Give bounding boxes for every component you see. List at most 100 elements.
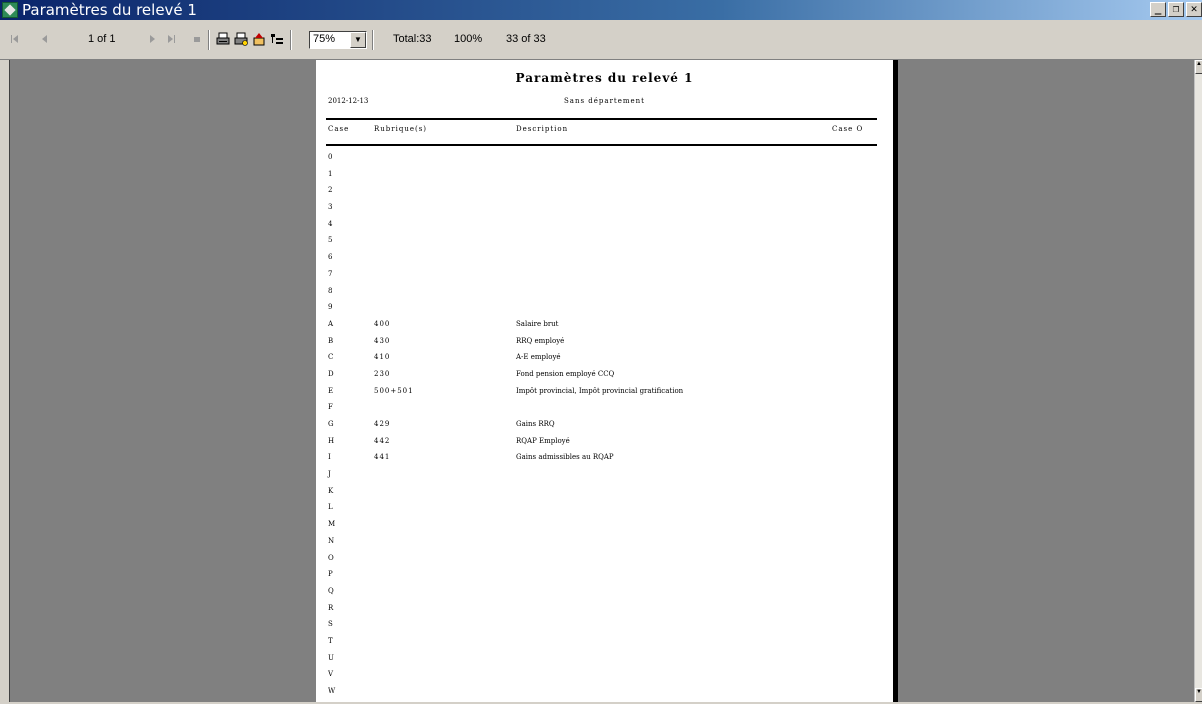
table-row: N xyxy=(316,537,893,554)
row-rubrique: 500+501 xyxy=(374,386,414,395)
row-description: RQAP Employé xyxy=(516,436,570,445)
row-description: Impôt provincial, Impôt provincial grati… xyxy=(516,386,684,395)
print-icon[interactable] xyxy=(216,32,230,46)
row-case: D xyxy=(328,369,334,378)
report-toolbar: 1 of 1 75% ▼ Total:33 100% 33 of 33 xyxy=(0,20,1202,60)
row-case: T xyxy=(328,636,333,645)
row-rubrique: 442 xyxy=(374,436,391,445)
row-case: Q xyxy=(328,586,334,595)
chevron-down-icon[interactable]: ▼ xyxy=(350,32,366,48)
row-case: N xyxy=(328,536,335,545)
table-row: V xyxy=(316,670,893,687)
print-setup-icon[interactable] xyxy=(234,32,248,46)
report-page: Paramètres du relevé 1 2012-12-13 Sans d… xyxy=(316,60,898,702)
table-row: 6 xyxy=(316,253,893,270)
group-tree-icon[interactable] xyxy=(270,32,284,46)
table-row: 8 xyxy=(316,287,893,304)
row-rubrique: 429 xyxy=(374,420,391,428)
row-description: Fond pension employé CCQ xyxy=(516,369,615,378)
row-description: Gains RRQ xyxy=(516,420,555,428)
previous-page-icon[interactable] xyxy=(38,32,52,46)
row-case: C xyxy=(328,353,334,362)
table-row: 7 xyxy=(316,270,893,287)
table-row: K xyxy=(316,487,893,504)
report-title: Paramètres du relevé 1 xyxy=(515,71,694,85)
report-rows: 0 1 2 3 4 5 6 7 8 9 A 400 Salaire brut B 430 RRQ employ… xyxy=(316,153,893,704)
table-row: J xyxy=(316,470,893,487)
table-row: 2 xyxy=(316,186,893,203)
table-row: G 429 Gains RRQ xyxy=(316,420,893,437)
report-department: Sans département xyxy=(564,97,645,105)
last-page-icon[interactable] xyxy=(164,32,178,46)
maximize-button[interactable]: ❐ xyxy=(1168,2,1184,17)
zoom-value: 75% xyxy=(313,33,336,45)
row-case: 8 xyxy=(328,286,333,295)
table-row: A 400 Salaire brut xyxy=(316,320,893,337)
row-case: 7 xyxy=(328,269,333,278)
table-row: 4 xyxy=(316,220,893,237)
row-case: B xyxy=(328,336,334,345)
scroll-down-button[interactable]: ▼ xyxy=(1195,688,1202,702)
total-records: Total:33 xyxy=(393,33,432,45)
window-controls: _ ❐ ✕ xyxy=(1148,2,1202,17)
row-case: 1 xyxy=(328,169,333,178)
next-page-icon[interactable] xyxy=(145,32,159,46)
row-case: 6 xyxy=(328,253,333,262)
minimize-button[interactable]: _ xyxy=(1150,2,1166,17)
row-description: RRQ employé xyxy=(516,336,565,345)
table-row: H 442 RQAP Employé xyxy=(316,437,893,454)
row-rubrique: 410 xyxy=(374,353,391,362)
table-row: B 430 RRQ employé xyxy=(316,337,893,354)
row-case: I xyxy=(328,453,331,462)
zoom-select[interactable]: 75% ▼ xyxy=(309,31,367,49)
table-row: 5 xyxy=(316,236,893,253)
progress-percent: 100% xyxy=(454,33,483,45)
column-header-rubrique: Rubrique(s) xyxy=(374,125,428,133)
table-row: T xyxy=(316,637,893,654)
table-row: C 410 A-E employé xyxy=(316,353,893,370)
column-header-case0: Case O xyxy=(832,125,864,133)
row-case: 5 xyxy=(328,236,333,245)
row-case: S xyxy=(328,620,333,629)
row-case: F xyxy=(328,403,333,412)
row-rubrique: 441 xyxy=(374,453,391,462)
header-top-rule xyxy=(326,118,877,120)
row-case: 0 xyxy=(328,153,333,161)
row-case: R xyxy=(328,603,334,612)
row-case: P xyxy=(328,570,333,579)
row-rubrique: 230 xyxy=(374,369,391,378)
table-row: E 500+501 Impôt provincial, Impôt provinci… xyxy=(316,387,893,404)
table-row: F xyxy=(316,403,893,420)
stop-icon[interactable] xyxy=(190,32,204,46)
row-case: E xyxy=(328,386,334,395)
title-bar: Paramètres du relevé 1 _ ❐ ✕ xyxy=(0,0,1202,20)
table-row: P xyxy=(316,570,893,587)
row-case: 3 xyxy=(328,203,333,212)
row-rubrique: 400 xyxy=(374,319,391,328)
table-row: U xyxy=(316,654,893,671)
first-page-icon[interactable] xyxy=(8,32,22,46)
row-case: H xyxy=(328,436,335,445)
row-case: V xyxy=(328,670,334,679)
table-row: O xyxy=(316,554,893,571)
row-case: 2 xyxy=(328,186,333,195)
row-description: Salaire brut xyxy=(516,319,559,328)
row-case: O xyxy=(328,553,334,562)
table-row: L xyxy=(316,503,893,520)
close-button[interactable]: ✕ xyxy=(1186,2,1202,17)
row-case: A xyxy=(328,319,334,328)
table-row: S xyxy=(316,620,893,637)
page-indicator: 1 of 1 xyxy=(88,33,116,45)
toolbar-separator xyxy=(290,30,292,50)
report-viewer[interactable]: Paramètres du relevé 1 2012-12-13 Sans d… xyxy=(9,60,1195,702)
toolbar-separator xyxy=(372,30,374,50)
table-row: D 230 Fond pension employé CCQ xyxy=(316,370,893,387)
export-icon[interactable] xyxy=(252,32,266,46)
column-header-description: Description xyxy=(516,125,569,133)
table-row: 3 xyxy=(316,203,893,220)
row-case: L xyxy=(328,503,333,512)
window-title: Paramètres du relevé 1 xyxy=(22,1,197,19)
vertical-scrollbar[interactable]: ▲ ▼ xyxy=(1194,60,1202,702)
table-row: 9 xyxy=(316,303,893,320)
scroll-up-button[interactable]: ▲ xyxy=(1195,60,1202,74)
